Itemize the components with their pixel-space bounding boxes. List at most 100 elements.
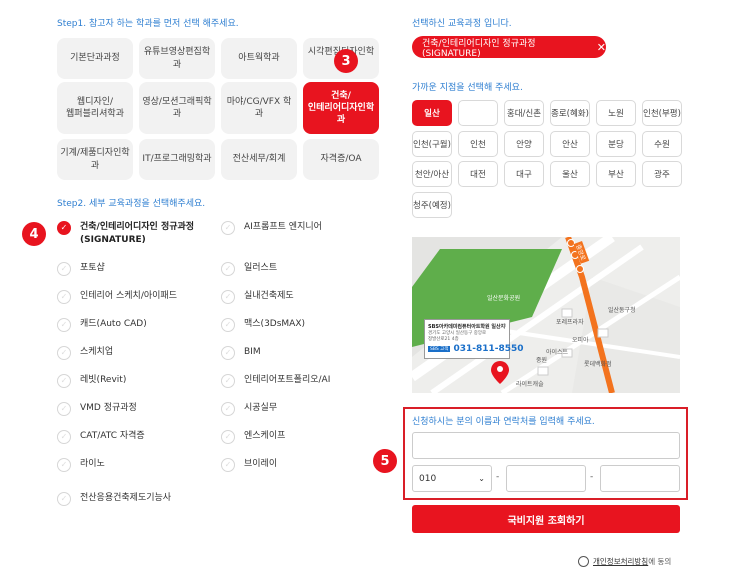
check-icon: ✓ <box>57 318 71 332</box>
course-option[interactable]: ✓ 엔스케이프 <box>221 430 285 444</box>
check-icon: ✓ <box>221 262 235 276</box>
branch-option[interactable]: 대전 <box>458 161 498 187</box>
privacy-checkbox[interactable] <box>578 556 589 567</box>
step2-label: Step2. 세부 교육과정을 선택해주세요. <box>57 199 206 209</box>
course-label: VMD 정규과정 <box>80 403 137 413</box>
branch-option[interactable]: 안산 <box>550 131 590 157</box>
branch-option[interactable]: 인천 <box>458 131 498 157</box>
check-icon: ✓ <box>57 221 71 235</box>
course-label: 스케치업 <box>80 347 114 357</box>
course-label: CAT/ATC 자격증 <box>80 431 145 441</box>
check-icon: ✓ <box>57 492 71 506</box>
course-option[interactable]: ✓ 포토샵 <box>57 262 105 276</box>
privacy-consent: 개인정보처리방침 에 동의 <box>578 556 671 567</box>
department-option[interactable]: 영상/모션그래픽학과 <box>139 82 215 134</box>
branch-option[interactable]: 종로(혜화) <box>550 100 590 126</box>
course-label: 포토샵 <box>80 263 105 273</box>
course-option[interactable]: ✓ 시공실무 <box>221 402 277 416</box>
map-phone: 031-811-8550 <box>453 344 524 354</box>
branch-map[interactable]: 일산문화공원 중앙로 일산동구청 포레프라자 오피아 아이스트 중원 롯데백화점… <box>412 237 680 393</box>
department-option[interactable]: 유튜브영상편집학과 <box>139 38 215 79</box>
branch-option[interactable]: 홍대/신촌 <box>504 100 544 126</box>
branch-option[interactable] <box>458 100 498 126</box>
course-label: 전산응용건축제도기능사 <box>80 493 172 503</box>
branch-option[interactable]: 천안/아산 <box>412 161 452 187</box>
name-input[interactable] <box>412 432 680 459</box>
course-option[interactable]: ✓ 일러스트 <box>221 262 277 276</box>
course-option[interactable]: ✓ 브이레이 <box>221 458 277 472</box>
course-option[interactable]: ✓ BIM <box>221 346 261 360</box>
check-icon: ✓ <box>57 430 71 444</box>
check-icon: ✓ <box>221 458 235 472</box>
course-label: BIM <box>244 347 261 357</box>
course-label: 실내건축제도 <box>244 291 294 301</box>
course-option[interactable]: ✓ VMD 정규과정 <box>57 402 137 416</box>
selected-course-tag-label: 건축/인테리어디자인 정규과정 (SIGNATURE) <box>422 38 536 59</box>
branch-option[interactable]: 일산 <box>412 100 452 126</box>
course-option[interactable]: ✓ 전산응용건축제도기능사 <box>57 492 171 506</box>
branch-option[interactable]: 수원 <box>642 131 682 157</box>
course-option[interactable]: ✓ 건축/인테리어디자인 정규과정 (SIGNATURE) <box>57 221 194 247</box>
selected-course-heading: 선택하신 교육과정 입니다. <box>412 19 512 29</box>
branch-option[interactable]: 분당 <box>596 131 636 157</box>
course-label: 캐드(Auto CAD) <box>80 319 147 329</box>
chevron-down-icon: ⌄ <box>478 474 485 483</box>
branch-heading: 가까운 지점을 선택해 주세요. <box>412 83 523 93</box>
map-label: 중원 <box>536 357 548 364</box>
course-option[interactable]: ✓ 스케치업 <box>57 346 113 360</box>
map-phone-badge: SBS 고객 <box>428 346 451 352</box>
department-option[interactable]: 마야/CG/VFX 학과 <box>221 82 297 134</box>
course-label: 일러스트 <box>244 263 278 273</box>
phone-separator: - <box>496 472 500 482</box>
map-label: 아이스트 <box>546 349 569 356</box>
department-option[interactable]: 기계/제품디자인학과 <box>57 139 133 180</box>
check-icon: ✓ <box>221 221 235 235</box>
check-icon: ✓ <box>57 402 71 416</box>
department-option[interactable]: 웹디자인/ 웹퍼블리셔학과 <box>57 82 133 134</box>
phone-middle-input[interactable] <box>506 465 586 492</box>
branch-option[interactable]: 청주(예정) <box>412 192 452 218</box>
check-icon: ✓ <box>57 262 71 276</box>
course-label: 레빗(Revit) <box>80 375 127 385</box>
course-label: 시공실무 <box>244 403 278 413</box>
privacy-link[interactable]: 개인정보처리방침 <box>593 556 648 567</box>
branch-option[interactable]: 울산 <box>550 161 590 187</box>
department-option[interactable]: IT/프로그래밍학과 <box>139 139 215 180</box>
annotation-badge-5: 5 <box>373 449 397 473</box>
submit-button[interactable]: 국비지원 조회하기 <box>412 505 680 533</box>
department-option[interactable]: 아트웍학과 <box>221 38 297 79</box>
course-option[interactable]: ✓ 인테리어포트폴리오/AI <box>221 374 330 388</box>
map-label: 롯데백화점 <box>584 361 612 368</box>
department-option[interactable]: 자격증/OA <box>303 139 379 180</box>
branch-option[interactable]: 부산 <box>596 161 636 187</box>
course-option[interactable]: ✓ CAT/ATC 자격증 <box>57 430 145 444</box>
close-icon[interactable]: ✕ <box>597 41 606 54</box>
branch-option[interactable]: 노원 <box>596 100 636 126</box>
course-option[interactable]: ✓ 맥스(3DsMAX) <box>221 318 305 332</box>
check-icon: ✓ <box>57 290 71 304</box>
department-option[interactable]: 기본단과과정 <box>57 38 133 79</box>
branch-option[interactable]: 인천(구월) <box>412 131 452 157</box>
course-option[interactable]: ✓ 인테리어 스케치/아이패드 <box>57 290 177 304</box>
branch-option[interactable]: 인천(부평) <box>642 100 682 126</box>
course-option[interactable]: ✓ AI프롬프트 엔지니어 <box>221 221 322 235</box>
branch-option[interactable]: 안양 <box>504 131 544 157</box>
course-option[interactable]: ✓ 레빗(Revit) <box>57 374 126 388</box>
course-option[interactable]: ✓ 라이노 <box>57 458 105 472</box>
course-option[interactable]: ✓ 실내건축제도 <box>221 290 294 304</box>
phone-last-input[interactable] <box>600 465 680 492</box>
department-option[interactable]: 건축/ 인테리어디자인학과 <box>303 82 379 134</box>
course-label: 라이노 <box>80 459 105 469</box>
department-option[interactable]: 전산세무/회계 <box>221 139 297 180</box>
check-icon: ✓ <box>221 346 235 360</box>
map-label: 오피아 <box>572 337 589 344</box>
branch-option[interactable]: 대구 <box>504 161 544 187</box>
phone-prefix-select[interactable]: 010 ⌄ <box>412 465 492 492</box>
phone-prefix-value: 010 <box>419 473 437 484</box>
privacy-suffix: 에 동의 <box>648 557 672 566</box>
course-option[interactable]: ✓ 캐드(Auto CAD) <box>57 318 147 332</box>
step1-label: Step1. 참고자 하는 학과를 먼저 선택 해주세요. <box>57 19 239 29</box>
map-label: 라이트캐슬 <box>516 381 544 388</box>
branch-option[interactable]: 광주 <box>642 161 682 187</box>
check-icon: ✓ <box>221 402 235 416</box>
